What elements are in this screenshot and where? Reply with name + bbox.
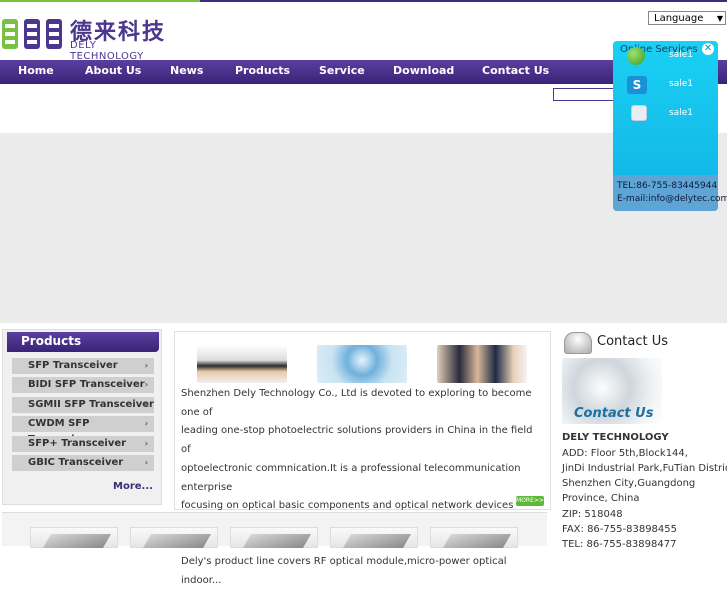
product-item-label: SFP+ Transceiver [28, 438, 127, 449]
about-image-handshake [197, 345, 287, 383]
about-panel: Shenzhen Dely Technology Co., Ltd is dev… [174, 331, 551, 586]
online-services-contact: TEL:86-755-83445944 E-mail:info@delytec.… [613, 175, 727, 211]
contact-line: Shenzhen City,Guangdong [562, 478, 696, 489]
products-title: Products [7, 332, 159, 352]
nav-products[interactable]: Products [235, 60, 290, 84]
transceiver-image [42, 534, 112, 548]
site-logo[interactable]: 德来科技 DELY TECHNOLOGY [2, 14, 172, 62]
contact-title: Contact Us [597, 334, 668, 349]
online-service-label: sale1 [669, 50, 693, 60]
product-item[interactable]: GBIC Transceiver › [12, 455, 154, 471]
product-item-label: BIDI SFP Transceiver [28, 379, 145, 390]
about-text: Shenzhen Dely Technology Co., Ltd is dev… [181, 385, 536, 591]
transceiver-image [442, 534, 512, 548]
nav-service[interactable]: Service [319, 60, 365, 84]
chevron-down-icon: ▼ [716, 14, 723, 23]
transceiver-image [142, 534, 212, 548]
msn-icon [627, 47, 645, 65]
logo-english-text: DELY TECHNOLOGY [70, 40, 144, 62]
product-item[interactable]: SGMII SFP Transceiver › [12, 397, 154, 413]
chevron-right-icon: › [144, 380, 148, 389]
online-service-item[interactable]: sale1 [627, 47, 717, 65]
chevron-right-icon: › [144, 361, 148, 370]
about-line: Dely's product line covers RF optical mo… [181, 556, 507, 587]
user-icon [631, 105, 647, 121]
contact-image: Contact Us [562, 358, 662, 424]
contact-header: Contact Us [564, 330, 727, 354]
product-item[interactable]: SFP+ Transceiver › [12, 436, 154, 452]
skype-icon: S [627, 76, 647, 94]
about-line: Shenzhen Dely Technology Co., Ltd is dev… [181, 388, 532, 418]
contact-line: Province, China [562, 493, 640, 504]
products-panel: Products SFP Transceiver › BIDI SFP Trans… [2, 329, 162, 505]
online-service-label: sale1 [669, 108, 693, 118]
product-item-label: SGMII SFP Transceiver [28, 399, 154, 410]
search-input[interactable] [553, 88, 617, 101]
online-service-item[interactable]: S sale1 [627, 76, 717, 94]
contact-icon [564, 332, 592, 354]
product-item[interactable]: BIDI SFP Transceiver › [12, 377, 154, 393]
contact-line: ADD: Floor 5th,Block144, [562, 448, 688, 459]
online-service-item[interactable]: sale1 [627, 105, 717, 123]
online-email[interactable]: E-mail:info@delytec.com [617, 194, 727, 204]
products-more-link[interactable]: More... [113, 481, 153, 492]
contact-panel: Contact Us Contact Us DELY TECHNOLOGY AD… [558, 328, 727, 550]
product-item-label: GBIC Transceiver [28, 457, 124, 468]
contact-line: ZIP: 518048 [562, 509, 623, 520]
online-services-panel: Online Services ✕ sale1 S sale1 sale1 TE… [613, 41, 727, 211]
product-item[interactable]: CWDM SFP Transceiver› [12, 416, 154, 445]
nav-home[interactable]: Home [18, 60, 54, 84]
contact-image-text: Contact Us [574, 406, 654, 421]
product-item[interactable]: SFP Transceiver › [12, 358, 154, 374]
language-select-label: Language [654, 13, 704, 24]
chevron-right-icon: › [144, 439, 148, 448]
nav-news[interactable]: News [170, 60, 203, 84]
transceiver-image [342, 534, 412, 548]
chevron-right-icon: › [144, 400, 148, 409]
logo-mark-icon [2, 19, 62, 49]
online-service-label: sale1 [669, 79, 693, 89]
contact-company: DELY TECHNOLOGY [562, 432, 669, 443]
nav-about-us[interactable]: About Us [85, 60, 141, 84]
about-image-globe [317, 345, 407, 383]
chevron-right-icon: › [144, 458, 148, 467]
language-select[interactable]: Language ▼ [648, 11, 726, 25]
contact-line: JinDi Industrial Park,FuTian District, [562, 463, 727, 474]
about-line: leading one-stop photoelectric solutions… [181, 425, 533, 456]
product-item-label: SFP Transceiver [28, 360, 118, 371]
about-line: optoelectronic commnication.It is a prof… [181, 462, 521, 493]
product-thumbnails [2, 512, 547, 548]
chevron-right-icon: › [144, 419, 148, 428]
transceiver-image [242, 534, 312, 548]
contact-line: FAX: 86-755-83898455 [562, 524, 677, 535]
online-tel: TEL:86-755-83445944 [617, 181, 718, 191]
nav-contact-us[interactable]: Contact Us [482, 60, 549, 84]
about-image-team [437, 345, 527, 383]
nav-download[interactable]: Download [393, 60, 454, 84]
about-more-button[interactable]: MORE>> [516, 496, 544, 506]
